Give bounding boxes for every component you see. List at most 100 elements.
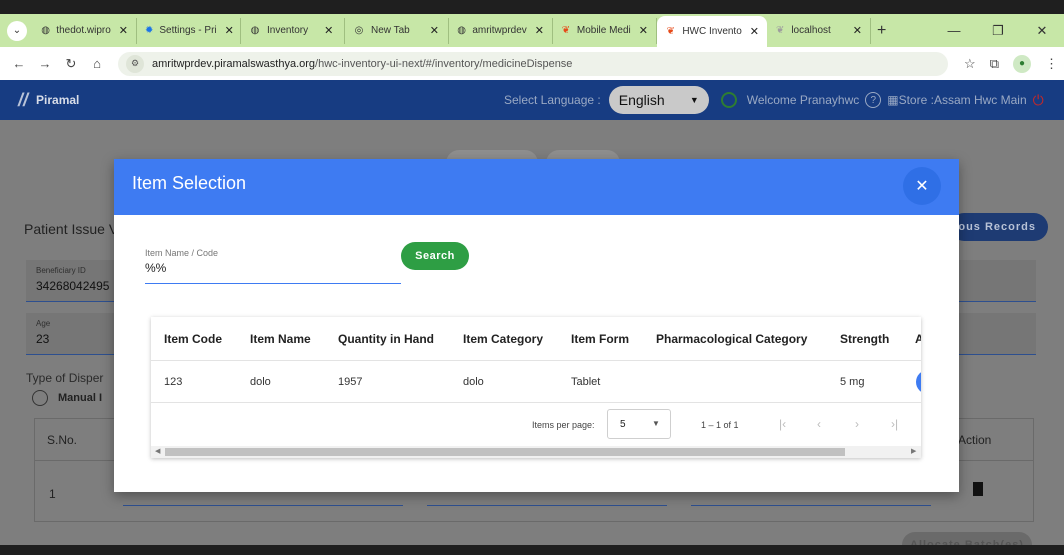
app-icon: ❦: [775, 25, 785, 36]
browser-tab-5[interactable]: ❦ Mobile Medi ✕: [553, 17, 657, 44]
browser-tab-label: Mobile Medi: [576, 25, 631, 36]
browser-tab-6[interactable]: ❦ HWC Invento ✕: [657, 16, 767, 47]
close-icon[interactable]: ✕: [430, 24, 439, 37]
extensions-puzzle-icon[interactable]: ⧉: [990, 56, 999, 72]
column-header-item-name[interactable]: Item Name: [250, 332, 311, 346]
help-icon[interactable]: ?: [865, 92, 882, 108]
dispense-type-label: Type of Disper: [26, 371, 104, 385]
previous-records-button[interactable]: ous Records: [950, 213, 1048, 241]
forward-arrow-icon[interactable]: →: [32, 56, 58, 71]
cell-item-form: Tablet: [571, 376, 601, 388]
column-header-item-code[interactable]: Item Code: [164, 332, 222, 346]
profile-avatar-icon[interactable]: ●: [1013, 54, 1031, 73]
browser-tab-4[interactable]: ◍ amritwprdev ✕: [449, 17, 553, 44]
row-input-underline[interactable]: [427, 505, 667, 506]
last-page-icon[interactable]: ›|: [891, 417, 898, 431]
scroll-right-icon[interactable]: ▶: [911, 447, 916, 455]
next-page-icon[interactable]: ›: [855, 417, 859, 431]
column-header-quantity[interactable]: Quantity in Hand: [338, 332, 434, 346]
browser-tab-label: amritwprdev: [472, 25, 527, 36]
column-header-item-form[interactable]: Item Form: [571, 332, 629, 346]
close-icon[interactable]: ✕: [535, 24, 544, 37]
browser-tab-label: HWC Invento: [682, 26, 742, 37]
beneficiary-id-value: 34268042495: [36, 279, 110, 293]
trash-icon[interactable]: [973, 482, 983, 496]
browser-tab-3[interactable]: ◎ New Tab ✕: [345, 17, 449, 44]
close-icon[interactable]: ✕: [225, 24, 234, 37]
manual-radio-option[interactable]: Manual I: [32, 390, 102, 406]
globe-icon: ◍: [457, 25, 467, 36]
browser-tab-7[interactable]: ❦ localhost ✕: [767, 17, 871, 44]
radio-button[interactable]: [32, 390, 48, 406]
column-header-strength[interactable]: Strength: [840, 332, 889, 346]
more-menu-icon[interactable]: ⋮: [1045, 56, 1058, 72]
close-icon[interactable]: ✕: [853, 24, 862, 37]
cell-strength: 5 mg: [840, 376, 865, 388]
minimize-icon[interactable]: —: [932, 23, 976, 38]
back-arrow-icon[interactable]: ←: [6, 56, 32, 71]
globe-icon: ◍: [41, 25, 51, 36]
item-search-label: Item Name / Code: [145, 248, 219, 258]
modal-header: Item Selection ✕: [114, 159, 959, 215]
items-per-page-label: Items per page:: [532, 420, 595, 430]
scroll-left-icon[interactable]: ◀: [155, 447, 160, 455]
page-range: 1 – 1 of 1: [701, 420, 739, 430]
row-input-underline[interactable]: [123, 505, 403, 506]
modal-title: Item Selection: [132, 173, 247, 193]
power-logout-icon[interactable]: ⏻: [1033, 92, 1044, 109]
item-search-field[interactable]: Item Name / Code: [145, 246, 401, 284]
search-button[interactable]: Search: [401, 242, 469, 270]
scrollbar-thumb[interactable]: [165, 448, 845, 456]
url-host: amritwprdev.piramalswasthya.org: [152, 57, 316, 70]
close-icon[interactable]: ✕: [639, 24, 648, 37]
row-input-underline[interactable]: [691, 505, 931, 506]
toolbar-actions: ☆ ⧉ ● ⋮: [964, 47, 1058, 80]
horizontal-scrollbar[interactable]: ◀ ▶: [151, 446, 921, 458]
browser-tab-0[interactable]: ◍ thedot.wipro ✕: [33, 17, 137, 44]
maximize-icon[interactable]: ❐: [976, 23, 1020, 39]
paginator: Items per page: 5 ▼ 1 – 1 of 1 |‹ ‹ › ›|: [151, 403, 921, 443]
first-page-icon[interactable]: |‹: [779, 417, 786, 431]
select-language-label: Select Language :: [504, 93, 601, 107]
new-tab-plus-icon[interactable]: +: [877, 22, 886, 40]
close-icon[interactable]: ✕: [119, 24, 128, 37]
browser-tab-label: thedot.wipro: [56, 25, 111, 36]
close-icon[interactable]: ✕: [903, 167, 941, 205]
home-icon[interactable]: ⌂: [84, 56, 110, 71]
cell-quantity: 1957: [338, 376, 363, 388]
previous-page-icon[interactable]: ‹: [817, 417, 821, 431]
brand-name: Piramal: [36, 93, 80, 107]
table-row[interactable]: 123 dolo 1957 dolo Tablet 5 mg: [151, 361, 921, 403]
reload-icon[interactable]: ↻: [58, 56, 84, 72]
browser-tab-label: localhost: [791, 25, 831, 36]
action-header: Action: [958, 433, 992, 447]
sno-header: S.No.: [47, 433, 78, 447]
language-select[interactable]: English ▼: [608, 86, 709, 114]
piramal-logo: // Piramal: [18, 90, 79, 111]
select-item-button[interactable]: [916, 370, 921, 394]
gear-icon: ✹: [145, 25, 154, 36]
age-value: 23: [36, 332, 50, 346]
browser-tab-label: Settings - Pri: [159, 25, 217, 36]
item-search-input[interactable]: [145, 261, 395, 275]
window-top-bar: [0, 0, 1064, 14]
results-table-header: Item Code Item Name Quantity in Hand Ite…: [151, 317, 921, 361]
app-icon: ❦: [561, 25, 571, 36]
bookmark-star-icon[interactable]: ☆: [964, 56, 976, 72]
tab-search-chevron-icon[interactable]: ⌄: [7, 20, 27, 41]
column-header-pharma-category[interactable]: Pharmacological Category: [656, 332, 807, 346]
page-size-select[interactable]: 5 ▼: [607, 409, 671, 439]
column-header-action[interactable]: A: [915, 332, 921, 346]
browser-tab-2[interactable]: ◍ Inventory ✕: [241, 17, 345, 44]
column-header-item-category[interactable]: Item Category: [463, 332, 543, 346]
close-icon[interactable]: ✕: [324, 24, 333, 37]
close-window-icon[interactable]: ✕: [1020, 23, 1064, 39]
browser-tab-label: Inventory: [267, 25, 309, 36]
chrome-icon: ◎: [354, 25, 364, 36]
browser-tab-1[interactable]: ✹ Settings - Pri ✕: [137, 17, 241, 44]
site-info-icon[interactable]: ⚙: [126, 54, 144, 73]
close-icon[interactable]: ✕: [750, 25, 759, 38]
chevron-down-icon: ▼: [689, 95, 699, 105]
app-icon: ❦: [666, 26, 675, 37]
address-bar[interactable]: ⚙ amritwprdev.piramalswasthya.org /hwc-i…: [118, 51, 948, 76]
